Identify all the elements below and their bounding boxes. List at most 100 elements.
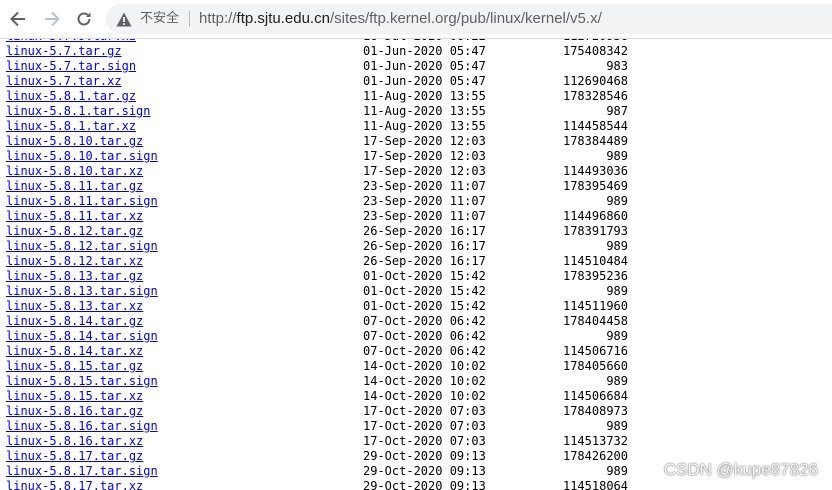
file-date: 07-Oct-2020 06:42 [363,314,486,328]
file-link[interactable]: linux-5.8.12.tar.sign [6,239,158,254]
file-link[interactable]: linux-5.8.1.tar.xz [6,119,136,134]
file-size: 178405660 [562,359,628,373]
file-date: 17-Sep-2020 12:03 [363,164,486,178]
file-link[interactable]: linux-5.8.17.tar.gz [6,449,143,464]
reload-icon [77,12,91,26]
file-link[interactable]: linux-5.7.tar.sign [6,59,136,74]
browser-toolbar: 不安全 http://ftp.sjtu.edu.cn/sites/ftp.ker… [0,0,832,39]
file-link[interactable]: linux-5.8.11.tar.sign [6,194,158,209]
file-size: 114493036 [562,164,628,178]
file-size: 989 [606,329,628,343]
file-date: 14-Oct-2020 10:02 [363,389,486,403]
file-link[interactable]: linux-5.8.15.tar.xz [6,389,143,404]
file-date: 23-Sep-2020 11:07 [363,179,486,193]
file-size: 178404458 [562,314,628,328]
file-link[interactable]: linux-5.8.16.tar.gz [6,404,143,419]
file-size: 989 [606,374,628,388]
reload-button[interactable] [72,7,96,31]
file-date: 01-Jun-2020 05:47 [363,59,486,73]
address-bar[interactable]: 不安全 http://ftp.sjtu.edu.cn/sites/ftp.ker… [106,4,832,34]
file-size: 987 [606,104,628,118]
file-size: 989 [606,419,628,433]
file-link[interactable]: linux-5.8.15.tar.gz [6,359,143,374]
url-path: /sites/ftp.kernel.org/pub/linux/kernel/v… [329,10,602,27]
file-link[interactable]: linux-5.8.13.tar.xz [6,299,143,314]
file-date: 07-Oct-2020 06:42 [363,329,486,343]
file-date: 29-Oct-2020 09:13 [363,479,486,490]
file-size: 178395236 [562,269,628,283]
file-date: 01-Oct-2020 15:42 [363,269,486,283]
file-size: 989 [606,464,628,478]
file-link[interactable]: linux-5.8.13.tar.sign [6,284,158,299]
file-date: 01-Oct-2020 15:42 [363,299,486,313]
file-size: 989 [606,149,628,163]
file-date: 11-Aug-2020 13:55 [363,104,486,118]
file-link[interactable]: linux-5.8.17.tar.xz [6,479,143,490]
file-size: 114506716 [562,344,628,358]
file-size: 178391793 [562,224,628,238]
file-size: 114513732 [562,434,628,448]
file-link[interactable]: linux-5.8.16.tar.sign [6,419,158,434]
file-link[interactable]: linux-5.8.11.tar.gz [6,179,143,194]
file-link[interactable]: linux-5.8.15.tar.sign [6,374,158,389]
file-date: 07-Oct-2020 06:42 [363,344,486,358]
back-button[interactable] [6,7,30,31]
file-date: 17-Sep-2020 12:03 [363,149,486,163]
omnibox-divider [189,11,190,27]
directory-listing: linux-5.7.9.tar.xz16-Jul-2020 06:2211272… [0,38,832,490]
file-size: 178384489 [562,134,628,148]
file-size: 114510484 [562,254,628,268]
file-date: 29-Oct-2020 09:13 [363,449,486,463]
file-date: 11-Aug-2020 13:55 [363,119,486,133]
file-link[interactable]: linux-5.8.16.tar.xz [6,434,143,449]
file-size: 178328546 [562,89,628,103]
file-link[interactable]: linux-5.8.10.tar.xz [6,164,143,179]
file-date: 29-Oct-2020 09:13 [363,464,486,478]
file-date: 26-Sep-2020 16:17 [363,239,486,253]
file-date: 01-Oct-2020 15:42 [363,284,486,298]
file-link[interactable]: linux-5.8.12.tar.gz [6,224,143,239]
back-arrow-icon [10,11,25,27]
file-link[interactable]: linux-5.8.14.tar.xz [6,344,143,359]
forward-button[interactable] [40,7,64,31]
file-date: 17-Sep-2020 12:03 [363,134,486,148]
url-host: ftp.sjtu.edu.cn [236,10,330,27]
file-date: 01-Jun-2020 05:47 [363,44,486,58]
warning-triangle-icon[interactable] [116,11,132,27]
file-size: 175408342 [562,44,628,58]
file-link[interactable]: linux-5.7.tar.xz [6,74,122,89]
file-link[interactable]: linux-5.8.10.tar.gz [6,134,143,149]
file-size: 178395469 [562,179,628,193]
file-date: 17-Oct-2020 07:03 [363,404,486,418]
file-size: 989 [606,284,628,298]
file-date: 26-Sep-2020 16:17 [363,224,486,238]
file-link[interactable]: linux-5.8.11.tar.xz [6,209,143,224]
security-status-label[interactable]: 不安全 [140,11,179,27]
file-link[interactable]: linux-5.8.12.tar.xz [6,254,143,269]
file-link[interactable]: linux-5.8.1.tar.sign [6,104,151,119]
file-size: 178408973 [562,404,628,418]
file-link[interactable]: linux-5.8.14.tar.gz [6,314,143,329]
file-date: 17-Oct-2020 07:03 [363,434,486,448]
file-date: 14-Oct-2020 10:02 [363,359,486,373]
file-link[interactable]: linux-5.8.1.tar.gz [6,89,136,104]
file-date: 17-Oct-2020 07:03 [363,419,486,433]
file-size: 114496860 [562,209,628,223]
file-date: 23-Sep-2020 11:07 [363,194,486,208]
forward-arrow-icon [45,11,60,27]
file-size: 114458544 [562,119,628,133]
url-scheme: http:// [199,10,237,27]
file-date: 14-Oct-2020 10:02 [363,374,486,388]
file-size: 178426200 [562,449,628,463]
file-size: 989 [606,239,628,253]
file-link[interactable]: linux-5.8.14.tar.sign [6,329,158,344]
file-link[interactable]: linux-5.7.tar.gz [6,44,122,59]
url-text[interactable]: http://ftp.sjtu.edu.cn/sites/ftp.kernel.… [199,10,602,28]
file-size: 983 [606,59,628,73]
file-link[interactable]: linux-5.8.10.tar.sign [6,149,158,164]
file-size: 114506684 [562,389,628,403]
file-link[interactable]: linux-5.8.17.tar.sign [6,464,158,479]
file-date: 23-Sep-2020 11:07 [363,209,486,223]
file-link[interactable]: linux-5.8.13.tar.gz [6,269,143,284]
file-size: 112690468 [562,74,628,88]
